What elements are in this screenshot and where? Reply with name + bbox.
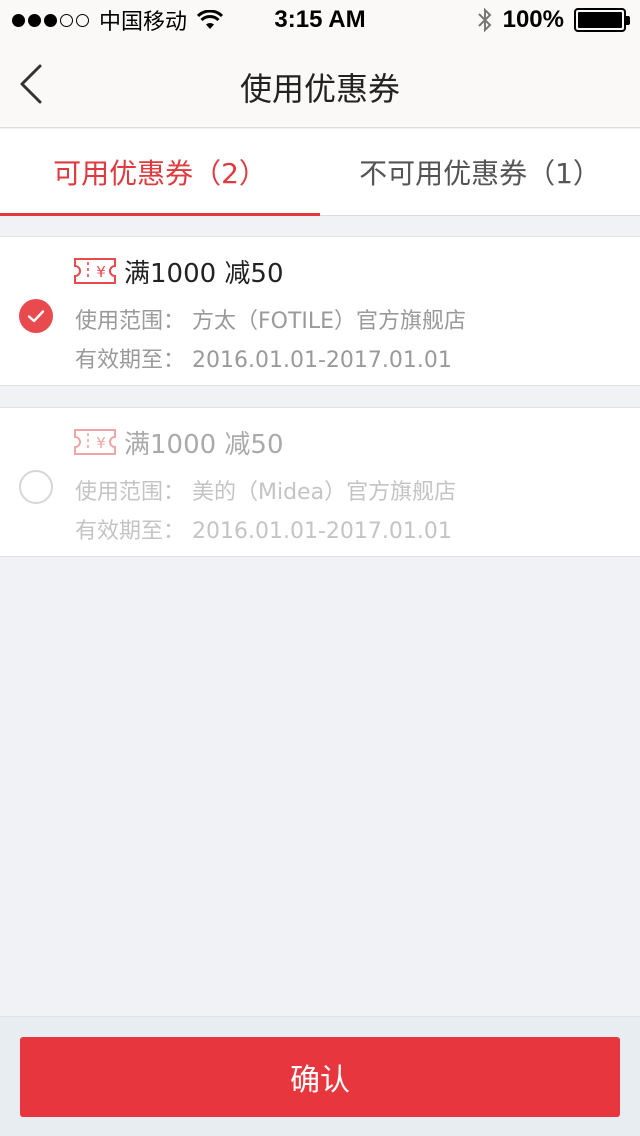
bottom-bar: 确认 (0, 1016, 640, 1136)
bluetooth-icon (477, 7, 493, 33)
coupon-title: 满1000 减50 (124, 429, 284, 460)
coupon-title-row: ¥ 满1000 减50 (74, 255, 284, 289)
ticket-yen-icon: ¥ (74, 258, 116, 284)
status-right: 100% (477, 6, 630, 34)
coupon-scope: 使用范围： 方太（FOTILE）官方旗舰店 (75, 309, 467, 334)
coupon-title: 满1000 减50 (124, 258, 284, 289)
radio-unchecked[interactable] (19, 470, 53, 504)
page-title: 使用优惠券 (239, 70, 400, 108)
ticket-yen-icon: ¥ (74, 429, 116, 455)
coupon-title-row: ¥ 满1000 减50 (74, 426, 284, 460)
coupon-validity: 有效期至： 2016.01.01-2017.01.01 (75, 348, 452, 373)
coupon-validity: 有效期至： 2016.01.01-2017.01.01 (75, 519, 452, 544)
tab-available-coupons[interactable]: 可用优惠券（2） (0, 129, 320, 216)
coupon-scope: 使用范围： 美的（Midea）官方旗舰店 (75, 480, 457, 505)
coupon-tabs: 可用优惠券（2） 不可用优惠券（1） (0, 129, 640, 216)
svg-text:¥: ¥ (96, 263, 106, 281)
tab-unavailable-coupons[interactable]: 不可用优惠券（1） (320, 129, 640, 215)
checkmark-icon (19, 299, 53, 333)
nav-bar: 使用优惠券 (0, 40, 640, 128)
status-bar: 中国移动 3:15 AM 100% (0, 0, 640, 40)
radio-checked[interactable] (19, 299, 53, 333)
coupon-card[interactable]: ¥ 满1000 减50 使用范围： 方太（FOTILE）官方旗舰店 有效期至： … (0, 236, 640, 386)
battery-percentage: 100% (502, 6, 564, 33)
battery-icon (574, 8, 630, 32)
svg-text:¥: ¥ (96, 434, 106, 452)
coupon-card[interactable]: ¥ 满1000 减50 使用范围： 美的（Midea）官方旗舰店 有效期至： 2… (0, 407, 640, 557)
confirm-button[interactable]: 确认 (20, 1037, 620, 1117)
